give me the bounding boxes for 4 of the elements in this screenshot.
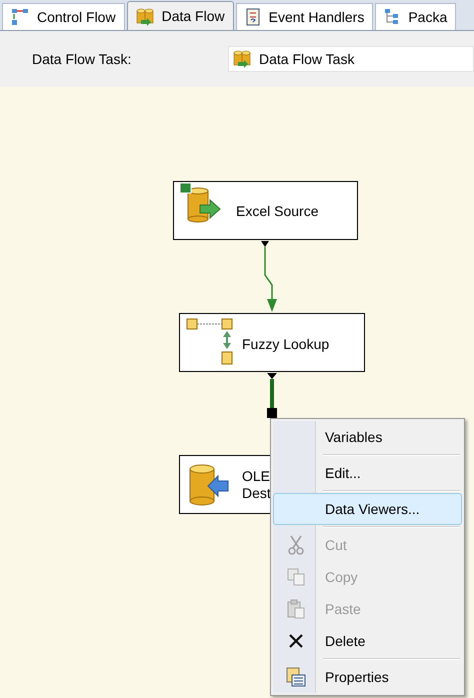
component-label: Fuzzy Lookup — [242, 336, 330, 353]
component-label: OLE Dest — [242, 468, 271, 502]
component-label: Excel Source — [236, 202, 318, 220]
field-label: Data Flow Task: — [32, 50, 132, 68]
